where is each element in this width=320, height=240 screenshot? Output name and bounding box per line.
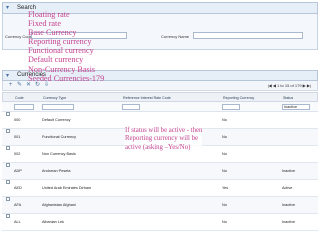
row-code: 002: [14, 152, 21, 156]
collapse-icon[interactable]: ▾: [6, 71, 9, 81]
row-type: Afghanistan Afghani: [42, 203, 76, 207]
annotation-line: Functional currency: [28, 46, 94, 56]
row-status: Inactive: [282, 203, 296, 207]
annotation-line: Fixed rate: [28, 19, 61, 29]
annotation-line: Floating rate: [28, 10, 70, 19]
row-type: Non Currency Basis: [42, 152, 76, 156]
row-reporting: No: [222, 203, 227, 207]
add-icon[interactable]: +: [7, 82, 14, 89]
row-code: ALL: [14, 220, 21, 224]
row-reporting: No: [222, 220, 227, 224]
annotation-list: Floating rate Fixed rate Base Currency R…: [28, 10, 104, 83]
table-row[interactable]: ADP Andorran Peseta No Inactive: [2, 163, 318, 180]
pager: |◀ ◀ 1 to 15 of 179 ▶ ▶|: [268, 82, 311, 89]
filter-row: Inactive: [2, 102, 318, 112]
status-filter-value: Inactive: [284, 105, 298, 109]
row-status: Active: [282, 186, 293, 190]
annotation-line: Default currency: [28, 55, 84, 65]
annotation-line: Seeded Currencies-179: [28, 73, 105, 83]
currency-name-input[interactable]: [193, 32, 303, 39]
table-row[interactable]: AED United Arab Emirates Dirham Yes Acti…: [2, 180, 318, 197]
rate-code-filter[interactable]: [122, 104, 140, 110]
row-type: Andorran Peseta: [42, 169, 71, 173]
row-status: Inactive: [282, 169, 296, 173]
table-row[interactable]: AFA Afghanistan Afghani No Inactive: [2, 197, 318, 214]
row-checkbox[interactable]: [6, 163, 10, 167]
row-code: 000: [14, 118, 21, 122]
col-code[interactable]: Code: [15, 94, 24, 102]
note-line: Reporting currency will be: [125, 135, 199, 143]
row-code: AFA: [14, 203, 22, 207]
column-header-row: Code Currency Type Reference Interest Ra…: [2, 92, 318, 102]
row-checkbox[interactable]: [6, 146, 10, 150]
row-type: Albanian Lek: [42, 220, 64, 224]
annotation-line: Non-Currency Basis: [28, 64, 96, 74]
prev-page-icon[interactable]: ◀: [273, 83, 276, 88]
col-reporting-currency[interactable]: Reporting Currency: [223, 94, 254, 102]
row-type: United Arab Emirates Dirham: [42, 186, 92, 190]
col-status[interactable]: Status: [283, 94, 293, 102]
refresh-icon[interactable]: ↻: [34, 82, 41, 89]
row-checkbox[interactable]: [6, 180, 10, 184]
export-icon[interactable]: ⇩: [43, 82, 50, 89]
note-line: If status will be active - then: [125, 127, 203, 134]
col-currency-type[interactable]: Currency Type: [43, 94, 66, 102]
row-code: ADP: [14, 169, 22, 173]
row-code: AED: [14, 186, 22, 190]
row-checkbox[interactable]: [6, 112, 10, 116]
collapse-icon[interactable]: ▾: [6, 3, 9, 13]
type-filter-input[interactable]: [42, 104, 74, 110]
row-reporting: Yes: [222, 186, 229, 190]
annotation-line: Base Currency: [28, 28, 77, 38]
note-line: active (asking –Yes/No): [125, 143, 191, 151]
reporting-filter[interactable]: [222, 104, 240, 110]
row-status: Inactive: [282, 220, 296, 224]
currency-name-label: Currency Name: [161, 34, 190, 39]
row-checkbox[interactable]: [6, 129, 10, 133]
row-reporting: No: [222, 118, 227, 122]
row-reporting: No: [222, 135, 227, 139]
status-filter-select[interactable]: Inactive: [282, 104, 310, 110]
pager-text: 1 to 15 of 179: [277, 83, 302, 88]
row-code: 001: [14, 135, 21, 139]
status-note: If status will be active - then Reportin…: [125, 127, 203, 153]
last-page-icon[interactable]: ▶|: [307, 83, 311, 88]
row-checkbox[interactable]: [6, 214, 10, 218]
row-reporting: No: [222, 169, 227, 173]
edit-icon[interactable]: ✎: [16, 82, 23, 89]
annotation-line: Reporting currency: [28, 37, 92, 47]
row-reporting: No: [222, 152, 227, 156]
delete-icon[interactable]: ✕: [25, 82, 32, 89]
first-page-icon[interactable]: |◀: [268, 83, 272, 88]
row-type: Functional Currency: [42, 135, 76, 139]
row-type: Default Currency: [42, 118, 71, 122]
code-filter-input[interactable]: [14, 104, 34, 110]
next-page-icon[interactable]: ▶: [303, 83, 306, 88]
row-checkbox[interactable]: [6, 197, 10, 201]
col-rate-code[interactable]: Reference Interest Rate Code: [123, 94, 171, 102]
table-row[interactable]: ALL Albanian Lek No Inactive: [2, 214, 318, 231]
